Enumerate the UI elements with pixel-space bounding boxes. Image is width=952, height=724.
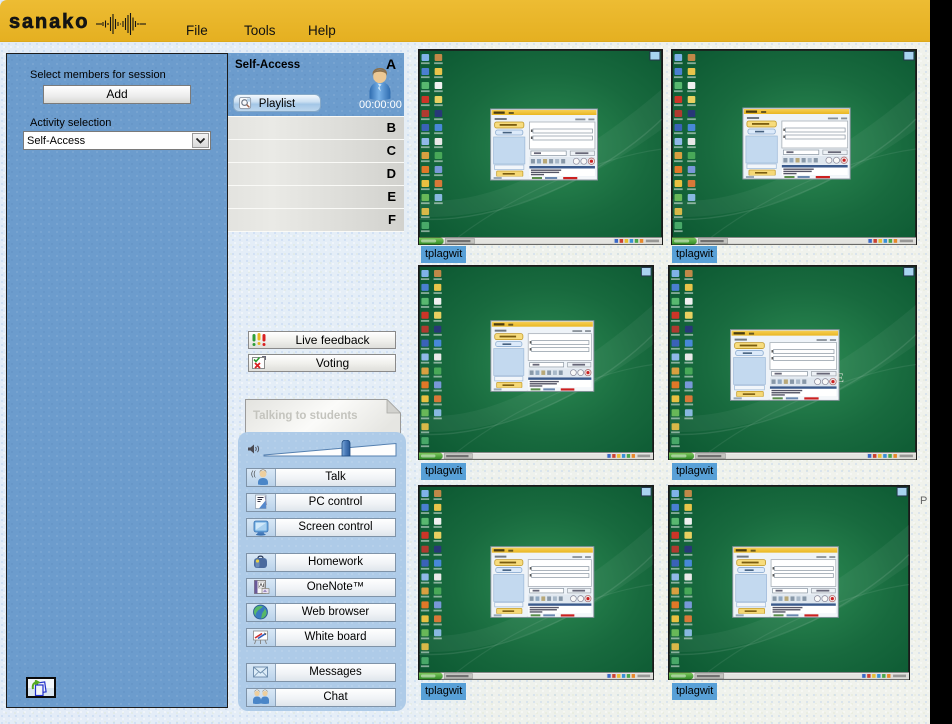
svg-text:((: (( <box>251 471 256 478</box>
